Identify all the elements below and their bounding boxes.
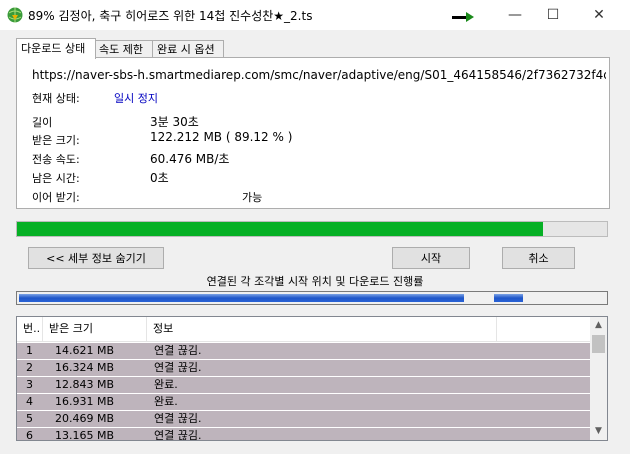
resume-value: 가능 [242,191,263,204]
download-progress-fill [17,222,543,236]
table-row[interactable]: 4 16.931 MB 완료. [17,394,592,410]
maximize-button[interactable]: ☐ [530,0,576,30]
globe-download-icon [7,7,23,23]
column-number[interactable]: 번.. [17,317,43,341]
scroll-up-icon[interactable]: ▲ [590,317,607,334]
remaining-label: 남은 시간: [32,172,80,185]
row-info: 연결 끊김. [154,429,202,441]
resume-label: 이어 받기: [32,191,80,204]
list-scrollbar[interactable]: ▲ ▼ [590,317,607,440]
row-number: 6 [26,429,33,441]
received-value: 122.212 MB ( 89.12 % ) [150,130,293,144]
status-panel: https://naver-sbs-h.smartmediarep.com/sm… [16,57,610,209]
row-info: 연결 끊김. [154,361,202,374]
received-label: 받은 크기: [32,134,80,147]
arrow-right-icon [452,12,474,22]
row-number: 3 [26,378,33,391]
row-received-size: 13.165 MB [55,429,115,441]
column-info[interactable]: 정보 [147,317,497,341]
table-row[interactable]: 2 16.324 MB 연결 끊김. [17,360,592,376]
remaining-value: 0초 [150,171,169,185]
tab-download-status[interactable]: 다운로드 상태 [16,38,96,59]
column-extra[interactable] [497,317,592,341]
speed-label: 전송 속도: [32,153,80,166]
row-number: 5 [26,412,33,425]
state-value: 일시 정지 [114,92,158,105]
segment-progress [19,294,465,302]
row-info: 완료. [154,378,178,391]
length-label: 길이 [32,116,53,129]
segments-caption: 연결된 각 조각별 시작 위치 및 다운로드 진행률 [206,275,424,288]
start-button[interactable]: 시작 [392,247,470,269]
table-row[interactable]: 5 20.469 MB 연결 끊김. [17,411,592,427]
row-number: 2 [26,361,33,374]
download-url: https://naver-sbs-h.smartmediarep.com/sm… [32,68,606,82]
title-bar: 89% 김정아, 축구 히어로즈 위한 14첩 진수성찬★_2.ts — ☐ ✕ [0,0,630,30]
row-number: 1 [26,344,33,357]
row-received-size: 20.469 MB [55,412,115,425]
length-value: 3분 30초 [150,115,199,129]
state-label: 현재 상태: [32,92,80,105]
table-row[interactable]: 3 12.843 MB 완료. [17,377,592,393]
segments-progress-bar [16,291,608,305]
table-row[interactable]: 6 13.165 MB 연결 끊김. [17,428,592,441]
hide-details-button[interactable]: << 세부 정보 숨기기 [28,247,164,269]
row-received-size: 16.324 MB [55,361,115,374]
row-received-size: 12.843 MB [55,378,115,391]
row-received-size: 16.931 MB [55,395,115,408]
tab-completion-options[interactable]: 완료 시 옵션 [152,40,224,58]
speed-value: 60.476 MB/초 [150,152,230,166]
row-info: 연결 끊김. [154,412,202,425]
segment-progress [493,294,523,302]
download-progress-bar [16,221,608,237]
table-row[interactable]: 1 14.621 MB 연결 끊김. [17,343,592,359]
row-info: 완료. [154,395,178,408]
row-number: 4 [26,395,33,408]
column-received-size[interactable]: 받은 크기 [43,317,147,341]
list-header: 번.. 받은 크기 정보 [17,317,592,342]
close-button[interactable]: ✕ [576,0,622,30]
window-title: 89% 김정아, 축구 히어로즈 위한 14첩 진수성찬★_2.ts [28,9,313,23]
cancel-button[interactable]: 취소 [502,247,575,269]
scroll-thumb[interactable] [592,335,605,353]
tab-speed-limit[interactable]: 속도 제한 [94,40,154,58]
scroll-down-icon[interactable]: ▼ [590,423,607,440]
row-received-size: 14.621 MB [55,344,115,357]
connections-list[interactable]: 번.. 받은 크기 정보 1 14.621 MB 연결 끊김. 2 16.324 MB 연… [16,316,608,441]
row-info: 연결 끊김. [154,344,202,357]
